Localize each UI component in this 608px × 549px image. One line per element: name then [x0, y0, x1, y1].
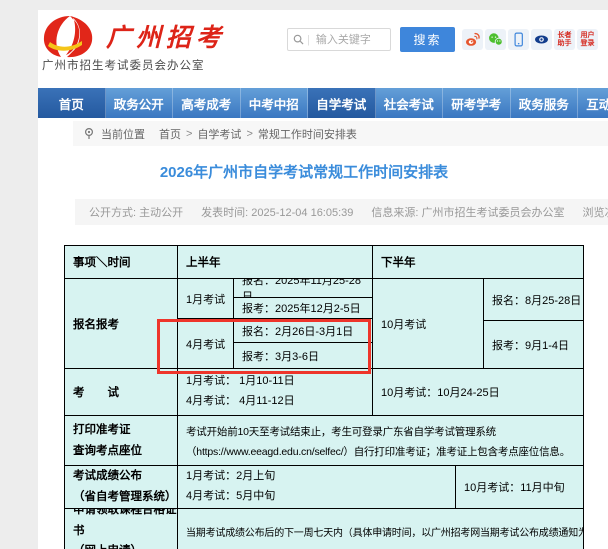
kapok-flower-icon	[40, 14, 106, 58]
apr-signup-cell: 报名：2月26日-3月1日	[234, 319, 373, 343]
apr-apply-cell: 报考：3月3-6日	[234, 343, 373, 369]
site-title: 广州招考	[106, 18, 226, 54]
elder-helper-icon[interactable]: 长者 助手	[554, 29, 575, 50]
exam-row: 考 试 1月考试： 1月10-11日 4月考试： 4月11-12日 10月考试：…	[65, 369, 584, 416]
exam-label: 考 试	[65, 369, 178, 416]
oct-exam-cell: 10月考试	[373, 279, 484, 369]
search-box[interactable]: |	[287, 28, 391, 51]
table-header-row: 事项＼时间 上半年 下半年	[65, 246, 584, 279]
page-canvas: 广州招考 广州市招生考试委员会办公室 | 搜索	[0, 0, 608, 549]
meta-views: 浏览次数:682	[583, 204, 608, 220]
nav-item-home[interactable]: 首页	[38, 88, 106, 118]
article-meta-bar: 公开方式: 主动公开 发表时间: 2025-12-04 16:05:39 信息来…	[75, 199, 608, 225]
jan-exam-cell: 1月考试	[178, 279, 234, 319]
print-ticket-content: 考试开始前10天至考试结束止，考生可登录广东省自学考试管理系统（https://…	[178, 416, 584, 466]
breadcrumb-home[interactable]: 首页	[159, 126, 181, 142]
nav-item-self-study-exam[interactable]: 自学考试	[308, 88, 376, 118]
breadcrumb-current: 常规工作时间安排表	[258, 126, 357, 142]
nav-item-gaokao[interactable]: 高考成考	[173, 88, 241, 118]
user-login-icon[interactable]: 用户 登录	[577, 29, 598, 50]
nav-item-interaction[interactable]: 互动交流	[578, 88, 608, 118]
meta-method: 公开方式: 主动公开	[89, 204, 183, 220]
print-ticket-row: 打印准考证 查询考点座位 考试开始前10天至考试结束止，考生可登录广东省自学考试…	[65, 416, 584, 466]
jan-apply-cell: 报考：2025年12月2-5日	[234, 298, 373, 319]
meta-source: 信息来源: 广州市招生考试委员会办公室	[371, 204, 564, 220]
location-pin-icon	[83, 127, 95, 140]
page-title: 2026年广州市自学考试常规工作时间安排表	[0, 161, 608, 182]
mobile-icon[interactable]	[508, 29, 529, 50]
accessibility-eye-icon[interactable]	[531, 29, 552, 50]
registration-label: 报名报考	[65, 279, 178, 369]
breadcrumb-label: 当前位置	[101, 126, 145, 142]
exam-first-half-cell: 1月考试： 1月10-11日 4月考试： 4月11-12日	[178, 369, 373, 416]
breadcrumb-separator: >	[186, 128, 192, 140]
header-quick-icons: 长者 助手 用户 登录	[462, 29, 598, 50]
results-label: 考试成绩公布 （省自考管理系统）	[65, 466, 178, 509]
nav-item-gov-service[interactable]: 政务服务	[511, 88, 579, 118]
results-second-half-cell: 10月考试：11月中旬	[456, 466, 584, 509]
certificate-content: 当期考试成绩公布后的下一周七天内（具体申请时间，以广州招考网当期考试公布成绩通知…	[178, 509, 584, 549]
nav-item-graduate-exam[interactable]: 研考学考	[443, 88, 511, 118]
apr-exam-cell: 4月考试	[178, 319, 234, 369]
search-icon	[293, 34, 304, 45]
search-button[interactable]: 搜索	[400, 27, 455, 52]
results-first-half-cell: 1月考试：2月上旬 4月考试：5月中旬	[178, 466, 456, 509]
wechat-icon[interactable]	[485, 29, 506, 50]
certificate-row: 申请领取课程合格证书 （网上申请） 当期考试成绩公布后的下一周七天内（具体申请时…	[65, 509, 584, 549]
header-second-half: 下半年	[373, 246, 584, 279]
logo[interactable]	[40, 14, 106, 58]
search-divider: |	[307, 34, 310, 46]
breadcrumb: 当前位置 首页 > 自学考试 > 常规工作时间安排表	[73, 121, 608, 146]
registration-row: 报名报考 1月考试 报名：2025年11月25-28日 报考：2025年12月2…	[65, 279, 584, 369]
header-item-time: 事项＼时间	[65, 246, 178, 279]
oct-signup-cell: 报名：8月25-28日	[484, 279, 584, 321]
nav-item-gov-disclosure[interactable]: 政务公开	[106, 88, 174, 118]
meta-publish-time: 发表时间: 2025-12-04 16:05:39	[201, 204, 353, 220]
weibo-icon[interactable]	[462, 29, 483, 50]
header-first-half: 上半年	[178, 246, 373, 279]
breadcrumb-separator: >	[246, 128, 252, 140]
jan-signup-cell: 报名：2025年11月25-28日	[234, 279, 373, 298]
nav-item-zhongkao[interactable]: 中考中招	[241, 88, 309, 118]
nav-item-social-exam[interactable]: 社会考试	[376, 88, 444, 118]
search-input[interactable]	[314, 33, 380, 47]
results-row: 考试成绩公布 （省自考管理系统） 1月考试：2月上旬 4月考试：5月中旬 10月…	[65, 466, 584, 509]
breadcrumb-self-study[interactable]: 自学考试	[197, 126, 241, 142]
schedule-table: 事项＼时间 上半年 下半年 报名报考 1月考试 报名：2025年11月25-28…	[64, 245, 584, 549]
oct-apply-cell: 报考：9月1-4日	[484, 321, 584, 369]
exam-second-half-cell: 10月考试：10月24-25日	[373, 369, 584, 416]
site-subtitle: 广州市招生考试委员会办公室	[42, 57, 205, 73]
print-ticket-label: 打印准考证 查询考点座位	[65, 416, 178, 466]
main-nav: 首页 政务公开 高考成考 中考中招 自学考试 社会考试 研考学考 政务服务 互动…	[38, 88, 608, 118]
certificate-label: 申请领取课程合格证书 （网上申请）	[65, 509, 178, 549]
